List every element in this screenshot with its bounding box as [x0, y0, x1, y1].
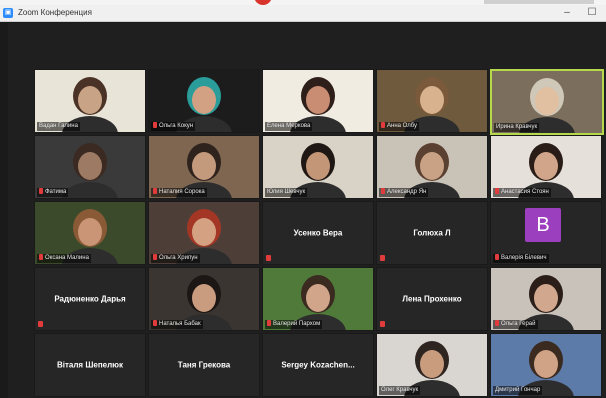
participant-tile[interactable]: Ольга Кокун: [148, 69, 260, 133]
participant-name: Анна Олбу: [379, 122, 420, 131]
participant-name: Дмитрий Гончар: [493, 386, 543, 395]
participant-tile[interactable]: Ирина Кравчук: [490, 69, 604, 135]
participant-tile[interactable]: Анна Олбу: [376, 69, 488, 133]
participant-tile[interactable]: Анастасия Стоян: [490, 135, 602, 199]
participant-name-text: Олег Кравчук: [381, 387, 419, 393]
participant-tile[interactable]: Sergey Kozachen...: [262, 333, 374, 397]
participant-name-text: Юлия Шевчук: [267, 189, 306, 195]
participant-name: Вадан Галина: [37, 122, 80, 131]
window-title: Zoom Конференция: [18, 8, 92, 17]
participant-name: Ольга Хрипун: [151, 254, 200, 263]
participant-name-text: Наталия Сорока: [159, 189, 205, 195]
participant-name: Валерий Пархом: [265, 320, 323, 329]
participant-tile[interactable]: Таня Грекова: [148, 333, 260, 397]
participant-tile[interactable]: Валерий Пархом: [262, 267, 374, 331]
participant-name-text: Анастасия Стоян: [501, 189, 549, 195]
participant-name-text: Наталья Бабак: [159, 321, 201, 327]
participant-name: Оксана Малина: [37, 254, 91, 263]
participant-name: Олег Кравчук: [379, 386, 421, 395]
participant-tile[interactable]: Лена Прохенко: [376, 267, 488, 331]
mic-muted-icon: [495, 254, 499, 261]
participant-name-text: Дмитрий Гончар: [495, 387, 541, 393]
participant-tile[interactable]: Дмитрий Гончар: [490, 333, 602, 397]
mic-muted-icon: [267, 320, 271, 327]
participant-tile[interactable]: B Валерія Білевич: [490, 201, 602, 265]
participant-name-text: Александр Ян: [387, 189, 427, 195]
mic-muted-icon: [381, 122, 385, 129]
mic-muted-icon: [39, 188, 43, 195]
participant-name: Юлия Шевчук: [265, 188, 308, 197]
participant-name: Sergey Kozachen...: [281, 360, 355, 370]
mic-muted-icon: [495, 188, 499, 195]
participant-tile[interactable]: Елена Меркова: [262, 69, 374, 133]
participant-tile[interactable]: Юлия Шевчук: [262, 135, 374, 199]
participant-tile[interactable]: Наталья Бабак: [148, 267, 260, 331]
participant-tile[interactable]: Оксана Малина: [34, 201, 146, 265]
participant-name-text: Анна Олбу: [387, 123, 418, 129]
top-right-strip: [484, 0, 594, 4]
mic-muted-icon: [153, 254, 157, 261]
participant-tile[interactable]: Фатима: [34, 135, 146, 199]
mic-muted-icon: [495, 320, 499, 327]
participant-name: Ольга Кокун: [151, 122, 196, 131]
participant-name: Наталья Бабак: [151, 320, 203, 329]
participant-tile[interactable]: Ольга Герай: [490, 267, 602, 331]
mic-muted-icon: [153, 188, 157, 195]
mic-muted-icon: [153, 320, 157, 327]
participant-tile[interactable]: Усенко Вера: [262, 201, 374, 265]
participant-tile[interactable]: Радюненко Дарья: [34, 267, 146, 331]
participant-tile[interactable]: Ольга Хрипун: [148, 201, 260, 265]
participant-name: Лена Прохенко: [402, 294, 462, 304]
participant-tile[interactable]: Олег Кравчук: [376, 333, 488, 397]
mic-muted-icon: [380, 255, 385, 261]
participant-name: Наталия Сорока: [151, 188, 207, 197]
zoom-app-icon: ▣: [3, 8, 13, 18]
mic-muted-icon: [38, 321, 43, 327]
participant-name: Таня Грекова: [177, 360, 231, 370]
participant-name-text: Валерія Білевич: [501, 255, 547, 261]
participant-name: Ирина Кравчук: [494, 123, 540, 132]
participant-name-text: Ольга Кокун: [159, 123, 194, 129]
participant-name: Фатима: [37, 188, 69, 197]
participant-name: Анастасия Стоян: [493, 188, 551, 197]
participant-name: Радюненко Дарья: [54, 294, 126, 304]
participant-name-text: Валерий Пархом: [273, 321, 321, 327]
participant-tile[interactable]: Голюха Л: [376, 201, 488, 265]
participant-tile[interactable]: Наталия Сорока: [148, 135, 260, 199]
mic-muted-icon: [381, 188, 385, 195]
participant-name-text: Ольга Хрипун: [159, 255, 198, 261]
participant-name: Віталя Шепелюк: [56, 360, 124, 370]
mic-muted-icon: [39, 254, 43, 261]
participant-name-text: Ольга Герай: [501, 321, 536, 327]
participant-name: Александр Ян: [379, 188, 429, 197]
mic-muted-icon: [266, 255, 271, 261]
avatar: B: [525, 208, 561, 242]
participant-name-text: Ирина Кравчук: [496, 124, 538, 130]
participant-name-text: Фатима: [45, 189, 67, 195]
participant-tile[interactable]: Вадан Галина: [34, 69, 146, 133]
minimize-button[interactable]: –: [560, 7, 574, 19]
window-titlebar: ▣ Zoom Конференция – ☐: [0, 5, 606, 22]
participant-name-text: Вадан Галина: [39, 123, 78, 129]
participant-name: Ольга Герай: [493, 320, 538, 329]
participant-name: Валерія Білевич: [493, 254, 549, 263]
participant-name: Елена Меркова: [265, 122, 313, 131]
mic-muted-icon: [153, 122, 157, 129]
participant-tile[interactable]: Александр Ян: [376, 135, 488, 199]
participant-name-text: Елена Меркова: [267, 123, 311, 129]
participant-name: Усенко Вера: [293, 228, 343, 238]
maximize-button[interactable]: ☐: [585, 7, 599, 19]
participant-name-text: Оксана Малина: [45, 255, 89, 261]
video-grid: Вадан Галина Ольга Кокун Елена Меркова Анна…: [8, 23, 606, 398]
mic-muted-icon: [380, 321, 385, 327]
participant-tile[interactable]: Віталя Шепелюк: [34, 333, 146, 397]
participant-name: Голюха Л: [413, 228, 451, 238]
